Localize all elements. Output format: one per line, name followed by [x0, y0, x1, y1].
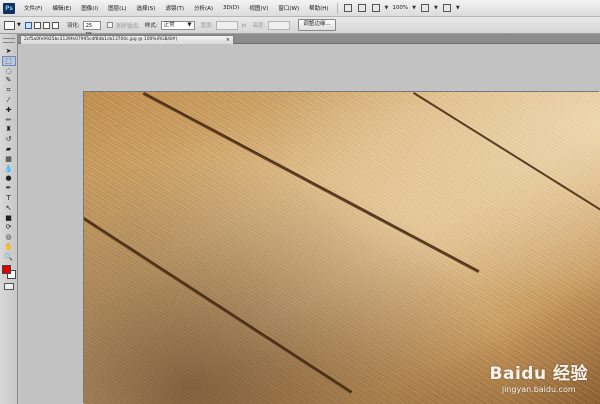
move-tool-icon[interactable]: ➤ — [3, 47, 15, 55]
chevron-down-icon[interactable]: ▼ — [385, 5, 389, 11]
menu-filter[interactable]: 滤镜(T) — [160, 4, 189, 12]
options-bar: ▼ 羽化: 25 px 消除锯齿 样式: 正常 ▼ 宽度: ⇄ 高度: 调整边缘… — [0, 17, 600, 37]
document-tab-bar: 2cf5a0fe9925bc3139fe07995cdf8db1cb13700c… — [18, 34, 600, 44]
chevron-down-icon[interactable]: ▼ — [434, 5, 438, 11]
rectangular-marquee-icon[interactable]: ⬚ — [1, 55, 16, 66]
intersect-selection-button[interactable] — [51, 21, 59, 29]
chevron-down-icon[interactable]: ▼ — [412, 5, 416, 11]
height-input[interactable] — [268, 20, 291, 30]
wood-texture-image[interactable]: Baidu 经验 jingyan.baidu.com — [84, 92, 600, 404]
quick-selection-icon[interactable]: ✎ — [3, 76, 15, 84]
screen-mode-icon[interactable] — [442, 4, 451, 12]
width-label: 宽度: — [200, 23, 214, 29]
document-tab-title: 2cf5a0fe9925bc3139fe07995cdf8db1cb13700c… — [24, 37, 178, 42]
plank-seam — [84, 217, 353, 394]
photoshop-logo: Ps — [3, 2, 15, 14]
eraser-icon[interactable]: ▰ — [3, 145, 15, 153]
toolbox: ➤ ⬚ ◌ ✎ ⌗ ⁄ ✚ ✏ ♜ ↺ ▰ ▦ 💧 ● ✒ T ↖ ■ ⟳ ◎ … — [0, 34, 18, 404]
close-icon[interactable]: × — [226, 36, 230, 44]
path-selection-icon[interactable]: ↖ — [3, 204, 15, 212]
antialias-checkbox[interactable] — [106, 22, 113, 28]
refine-edge-button[interactable]: 调整边缘... — [298, 19, 336, 31]
menu-window[interactable]: 窗口(W) — [273, 4, 304, 12]
menu-edit[interactable]: 编辑(E) — [47, 4, 76, 12]
color-swatches — [1, 264, 16, 279]
menu-separator — [336, 2, 338, 14]
style-value: 正常 — [163, 22, 175, 28]
blur-icon[interactable]: 💧 — [3, 165, 15, 173]
toolbox-grip[interactable] — [2, 38, 15, 43]
dodge-icon[interactable]: ● — [3, 174, 15, 182]
mini-bridge-icon[interactable] — [357, 4, 366, 12]
3d-orbit-icon[interactable]: ◎ — [3, 233, 15, 241]
baidu-jingyan-logo: Baidu 经验 — [489, 364, 588, 384]
history-brush-icon[interactable]: ↺ — [3, 135, 15, 143]
chevron-down-icon[interactable]: ▼ — [17, 22, 21, 28]
watermark: Baidu 经验 jingyan.baidu.com — [490, 359, 588, 394]
chevron-down-icon: ▼ — [187, 22, 192, 28]
antialias-label: 消除锯齿 — [114, 22, 139, 30]
menu-analysis[interactable]: 分析(A) — [189, 4, 218, 12]
watermark-url: jingyan.baidu.com — [501, 385, 576, 394]
eyedropper-icon[interactable]: ⁄ — [3, 96, 15, 104]
shape-icon[interactable]: ■ — [3, 214, 15, 222]
type-icon[interactable]: T — [3, 194, 15, 202]
feather-label: 羽化: — [66, 23, 80, 29]
new-selection-button[interactable] — [24, 21, 32, 29]
plank-seam — [142, 92, 480, 274]
menu-bar: Ps 文件(F) 编辑(E) 图像(I) 图层(L) 选择(S) 滤镜(T) 分… — [0, 0, 600, 17]
lasso-icon[interactable]: ◌ — [3, 67, 15, 75]
swap-icon[interactable]: ⇄ — [241, 22, 246, 29]
height-label: 高度: — [252, 23, 266, 29]
brush-icon[interactable]: ✏ — [3, 116, 15, 124]
menu-file[interactable]: 文件(F) — [19, 4, 47, 12]
launch-bridge-icon[interactable] — [343, 4, 352, 12]
hand-icon[interactable]: ✋ — [3, 243, 15, 251]
style-select[interactable]: 正常 ▼ — [160, 20, 195, 30]
feather-input[interactable]: 25 px — [82, 20, 101, 37]
add-to-selection-button[interactable] — [33, 21, 41, 29]
crop-icon[interactable]: ⌗ — [3, 86, 15, 94]
healing-brush-icon[interactable]: ✚ — [3, 106, 15, 114]
tool-preset-picker[interactable] — [4, 20, 15, 30]
gradient-icon[interactable]: ▦ — [3, 155, 15, 163]
style-label: 样式: — [144, 23, 158, 29]
3d-rotate-icon[interactable]: ⟳ — [3, 223, 15, 231]
zoom-icon[interactable]: 🔍 — [3, 253, 15, 261]
menu-3d[interactable]: 3D(D) — [218, 5, 244, 11]
pen-icon[interactable]: ✒ — [3, 184, 15, 192]
document-tab[interactable]: 2cf5a0fe9925bc3139fe07995cdf8db1cb13700c… — [20, 35, 234, 44]
zoom-level[interactable]: 100% — [392, 5, 408, 11]
clone-stamp-icon[interactable]: ♜ — [3, 125, 15, 133]
menu-select[interactable]: 选择(S) — [132, 4, 161, 12]
canvas-area[interactable]: Baidu 经验 jingyan.baidu.com — [18, 44, 600, 404]
plank-seam — [412, 92, 600, 227]
menu-layer[interactable]: 图层(L) — [103, 4, 131, 12]
quick-mask-icon[interactable] — [3, 282, 14, 290]
menu-help[interactable]: 帮助(H) — [304, 4, 333, 12]
menu-view[interactable]: 视图(V) — [244, 4, 273, 12]
chevron-down-icon[interactable]: ▼ — [456, 5, 460, 11]
view-extras-icon[interactable] — [371, 4, 380, 12]
foreground-color-swatch[interactable] — [1, 264, 11, 274]
subtract-selection-button[interactable] — [42, 21, 50, 29]
arrange-documents-icon[interactable] — [421, 4, 429, 12]
width-input[interactable] — [216, 20, 239, 30]
menu-image[interactable]: 图像(I) — [76, 4, 103, 12]
